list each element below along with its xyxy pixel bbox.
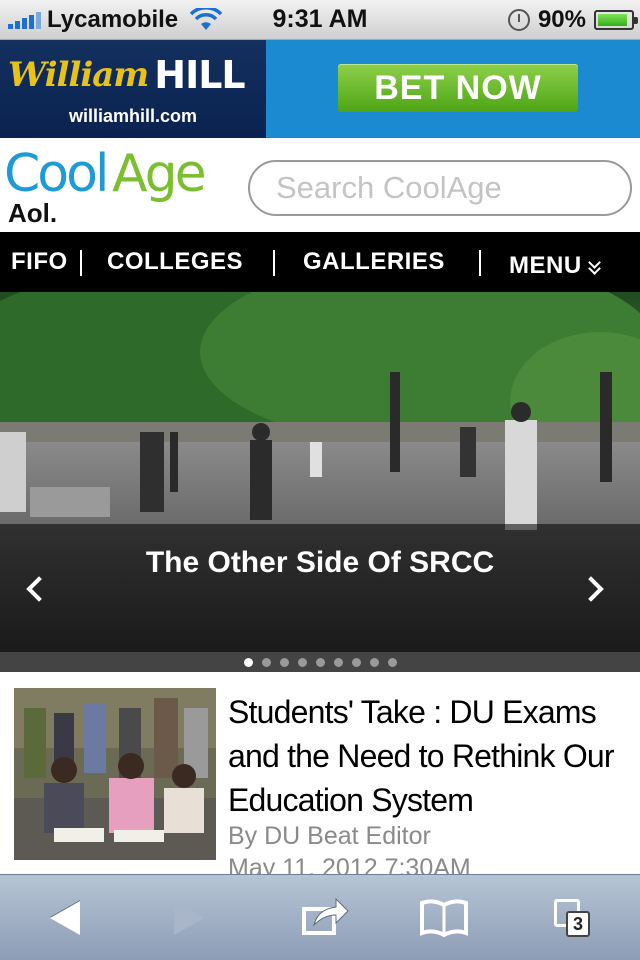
share-icon bbox=[302, 897, 349, 935]
chevron-down-icon bbox=[588, 260, 602, 274]
next-slide-icon[interactable] bbox=[580, 572, 610, 608]
pagination-dot[interactable] bbox=[351, 657, 361, 667]
menu-button[interactable]: MENU bbox=[509, 252, 602, 280]
william-hill-logo: William HILL bbox=[8, 50, 254, 100]
tabs-button[interactable]: 3 bbox=[544, 893, 600, 943]
status-right: 90% bbox=[507, 6, 638, 34]
nav-item-fifo[interactable]: FIFO bbox=[11, 248, 68, 276]
browser-toolbar: 3 bbox=[0, 874, 640, 960]
caption-overlay bbox=[0, 524, 640, 652]
article-date: May 11, 2012 7:30AM bbox=[228, 854, 471, 874]
tab-count-badge: 3 bbox=[566, 911, 590, 937]
pagination-dot[interactable] bbox=[387, 657, 397, 667]
featured-slider[interactable]: The Other Side Of SRCC bbox=[0, 292, 640, 652]
logo-bold-text: HILL bbox=[154, 53, 245, 97]
coolage-logo[interactable]: Cool Age Aol. bbox=[4, 144, 207, 228]
pagination-dot[interactable] bbox=[297, 657, 307, 667]
nav-divider bbox=[479, 250, 481, 276]
menu-label: MENU bbox=[509, 252, 582, 279]
status-bar: Lycamobile 9:31 AM 90% bbox=[0, 0, 640, 40]
article-author: By DU Beat Editor bbox=[228, 822, 431, 850]
ad-banner[interactable]: William HILL williamhill.com BET NOW bbox=[0, 40, 640, 138]
bet-now-button[interactable]: BET NOW bbox=[338, 64, 578, 112]
ad-brand-panel: William HILL williamhill.com bbox=[0, 40, 266, 138]
pagination-dot[interactable] bbox=[261, 657, 271, 667]
pagination-dot[interactable] bbox=[333, 657, 343, 667]
slide-caption[interactable]: The Other Side Of SRCC bbox=[0, 546, 640, 580]
site-header: Cool Age Aol. bbox=[0, 138, 640, 232]
battery-percent: 90% bbox=[537, 6, 586, 33]
ad-url: williamhill.com bbox=[68, 106, 198, 126]
search-input[interactable] bbox=[248, 160, 632, 216]
slider-pagination bbox=[0, 652, 640, 672]
logo-cool-text: Cool bbox=[4, 144, 109, 204]
nav-divider bbox=[273, 250, 275, 276]
share-button[interactable] bbox=[296, 893, 352, 943]
alarm-icon bbox=[507, 9, 530, 31]
forward-arrow-icon bbox=[174, 901, 204, 935]
logo-age-text: Age bbox=[112, 144, 207, 204]
logo-script-text: William bbox=[8, 55, 149, 95]
back-arrow-icon bbox=[50, 901, 80, 935]
previous-slide-icon[interactable] bbox=[20, 572, 50, 608]
bookmarks-icon bbox=[420, 899, 468, 938]
main-nav: FIFO COLLEGES GALLERIES MENU bbox=[0, 232, 640, 292]
nav-divider bbox=[80, 250, 82, 276]
article-thumbnail bbox=[14, 688, 216, 860]
pagination-dot[interactable] bbox=[369, 657, 379, 667]
nav-item-galleries[interactable]: GALLERIES bbox=[303, 248, 445, 276]
battery-icon bbox=[594, 10, 638, 30]
logo-aol-text: Aol. bbox=[8, 198, 58, 228]
forward-button[interactable] bbox=[160, 893, 216, 943]
nav-item-colleges[interactable]: COLLEGES bbox=[107, 248, 243, 276]
pagination-dot[interactable] bbox=[315, 657, 325, 667]
article-list-item[interactable]: Students' Take : DU Exams and the Need t… bbox=[0, 672, 640, 874]
bookmarks-button[interactable] bbox=[416, 893, 472, 943]
pagination-dot[interactable] bbox=[243, 657, 253, 667]
pagination-dot[interactable] bbox=[279, 657, 289, 667]
article-title[interactable]: Students' Take : DU Exams and the Need t… bbox=[228, 690, 632, 822]
back-button[interactable] bbox=[36, 893, 92, 943]
